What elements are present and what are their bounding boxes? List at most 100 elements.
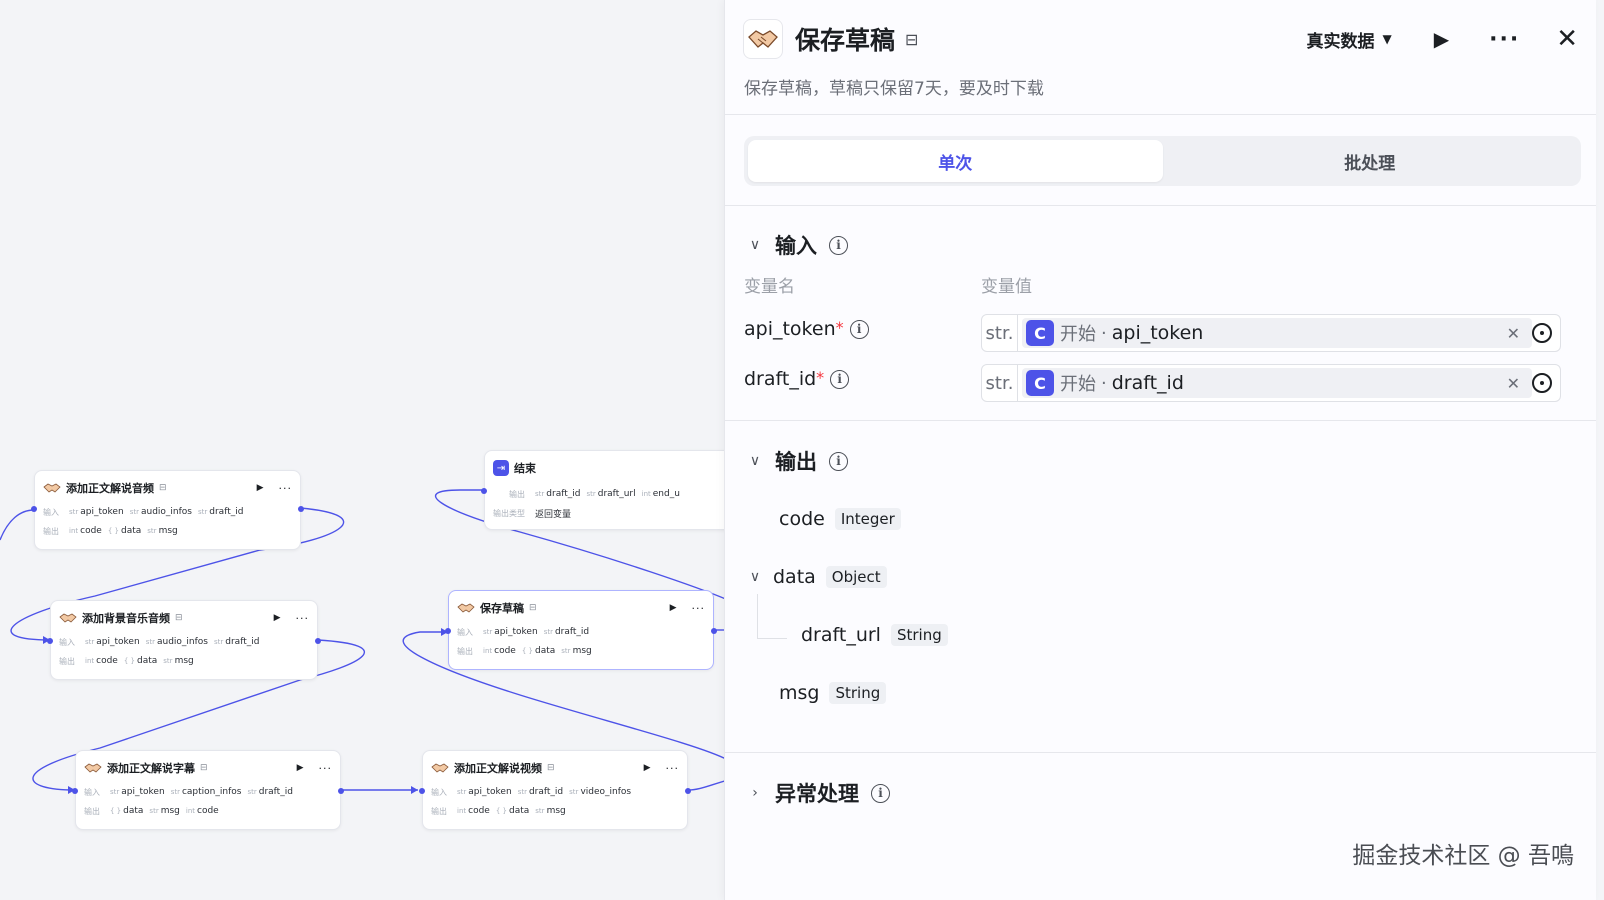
workflow-canvas[interactable]: 添加正文解说音频 ⊟ ▶ ··· 输入 str api_token str audi… xyxy=(0,0,728,900)
play-icon[interactable]: ▶ xyxy=(670,603,677,613)
more-icon[interactable]: ··· xyxy=(279,482,293,495)
more-icon[interactable]: ··· xyxy=(666,762,680,775)
divider xyxy=(725,205,1596,206)
node-add-bgm-audio[interactable]: 添加背景音乐音频 ⊟ ▶ ··· 输入 str api_token str audi… xyxy=(47,600,321,680)
node-save-draft[interactable]: 保存草稿 ⊟ ▶ ··· 输入 str api_token str draft_id… xyxy=(445,590,717,670)
more-icon[interactable]: ··· xyxy=(692,602,706,615)
node-end[interactable]: ⇥ 结束 输出 str draft_id str draft_url int end_… xyxy=(481,450,728,530)
more-icon[interactable]: ··· xyxy=(1489,27,1520,52)
type-badge: Object xyxy=(825,566,887,588)
more-icon[interactable]: ··· xyxy=(296,612,310,625)
param-chip: { } data xyxy=(495,806,530,816)
info-icon[interactable]: i xyxy=(830,369,850,389)
input-port[interactable] xyxy=(72,788,78,794)
output-port[interactable] xyxy=(711,628,717,634)
handshake-icon xyxy=(457,601,475,615)
handshake-icon xyxy=(43,481,61,495)
output-port[interactable] xyxy=(315,638,321,644)
panel-title[interactable]: 保存草稿 xyxy=(795,21,895,57)
input-value-field[interactable]: str. C 开始 · draft_id ✕ xyxy=(981,364,1561,402)
row-label: 输出 xyxy=(43,526,59,536)
divider xyxy=(725,752,1596,753)
start-node-icon: C xyxy=(1026,370,1054,396)
row-label: 输出 xyxy=(431,806,447,816)
variable-picker-icon[interactable] xyxy=(1532,323,1552,343)
variable-reference[interactable]: C 开始 · draft_id ✕ xyxy=(1022,368,1532,398)
close-icon[interactable]: ✕ xyxy=(1556,24,1578,54)
param-chip: str audio_infos xyxy=(145,637,208,647)
info-icon[interactable]: i xyxy=(849,319,869,339)
param-chip: str draft_id xyxy=(535,489,581,499)
variable-picker-icon[interactable] xyxy=(1532,373,1552,393)
param-chip: str api_token xyxy=(69,507,124,517)
type-indicator: str. xyxy=(982,365,1018,401)
end-icon: ⇥ xyxy=(493,460,509,476)
node-title: 结束 xyxy=(514,462,536,475)
play-icon[interactable]: ▶ xyxy=(257,483,264,493)
row-label: 输入 xyxy=(431,787,447,797)
output-field-msg: msg String xyxy=(779,682,887,704)
plugin-tag-icon[interactable]: ⊟ xyxy=(905,30,918,49)
clear-icon[interactable]: ✕ xyxy=(1507,374,1520,393)
clear-icon[interactable]: ✕ xyxy=(1507,324,1520,343)
node-add-narration-caption[interactable]: 添加正文解说字幕 ⊟ ▶ ··· 输入 str api_token str capt… xyxy=(72,750,344,830)
param-chip: str api_token xyxy=(85,637,140,647)
exception-section-header[interactable]: › 异常处理 i xyxy=(747,778,890,808)
data-mode-dropdown[interactable]: 真实数据 ▼ xyxy=(1307,27,1392,52)
node-add-narration-audio[interactable]: 添加正文解说音频 ⊟ ▶ ··· 输入 str api_token str audi… xyxy=(31,470,304,550)
watermark: 掘金技术社区 @ 吾鳴 xyxy=(1352,843,1574,869)
node-add-narration-video[interactable]: 添加正文解说视频 ⊟ ▶ ··· 输入 str api_token str draf… xyxy=(419,750,691,830)
play-icon[interactable]: ▶ xyxy=(644,763,651,773)
run-icon[interactable]: ▶ xyxy=(1434,27,1449,51)
node-tag-icon: ⊟ xyxy=(175,613,183,623)
handshake-icon xyxy=(431,761,449,775)
input-port[interactable] xyxy=(481,488,487,494)
param-chip: int code xyxy=(185,806,219,816)
type-badge: String xyxy=(890,624,948,646)
play-icon[interactable]: ▶ xyxy=(274,613,281,623)
input-port[interactable] xyxy=(31,506,37,512)
chevron-down-icon[interactable]: ∨ xyxy=(747,237,763,253)
input-port[interactable] xyxy=(445,628,451,634)
node-title: 添加正文解说音频 xyxy=(66,482,154,495)
tab-batch[interactable]: 批处理 xyxy=(1163,140,1578,182)
param-chip: str draft_url xyxy=(586,489,636,499)
info-icon[interactable]: i xyxy=(829,235,848,255)
input-port[interactable] xyxy=(47,638,53,644)
input-section-header[interactable]: ∨ 输入 i xyxy=(747,230,848,260)
param-chip: str msg xyxy=(147,526,178,536)
param-chip: { } data xyxy=(107,526,142,536)
row-label: 输入 xyxy=(59,637,75,647)
chevron-right-icon[interactable]: › xyxy=(747,785,763,801)
handshake-icon xyxy=(748,30,778,48)
param-chip: int code xyxy=(69,526,102,536)
output-port[interactable] xyxy=(338,788,344,794)
row-label: 输出 xyxy=(84,806,100,816)
output-port[interactable] xyxy=(298,506,304,512)
ref-node-name: 开始 xyxy=(1060,374,1096,395)
chevron-down-icon[interactable]: ∨ xyxy=(747,569,763,585)
input-port[interactable] xyxy=(419,788,425,794)
output-section-header[interactable]: ∨ 输出 i xyxy=(747,446,848,476)
variable-reference[interactable]: C 开始 · api_token ✕ xyxy=(1022,318,1532,348)
chevron-down-icon[interactable]: ∨ xyxy=(747,453,763,469)
return-type: 返回变量 xyxy=(535,509,572,520)
row-label: 输入 xyxy=(457,627,473,637)
param-chip: { } data xyxy=(521,646,556,656)
info-icon[interactable]: i xyxy=(829,451,848,471)
input-section-title: 输入 xyxy=(775,234,817,258)
divider xyxy=(725,114,1596,115)
handshake-icon xyxy=(84,761,102,775)
more-icon[interactable]: ··· xyxy=(319,762,333,775)
handshake-icon xyxy=(59,611,77,625)
input-value-field[interactable]: str. C 开始 · api_token ✕ xyxy=(981,314,1561,352)
play-icon[interactable]: ▶ xyxy=(297,763,304,773)
info-icon[interactable]: i xyxy=(871,783,890,803)
tab-single[interactable]: 单次 xyxy=(748,140,1163,182)
param-chip: str draft_id xyxy=(197,507,244,517)
param-chip: int code xyxy=(483,646,516,656)
tree-line xyxy=(757,638,787,639)
param-chip: str draft_id xyxy=(543,627,590,637)
separator: · xyxy=(1101,322,1107,344)
output-port[interactable] xyxy=(685,788,691,794)
